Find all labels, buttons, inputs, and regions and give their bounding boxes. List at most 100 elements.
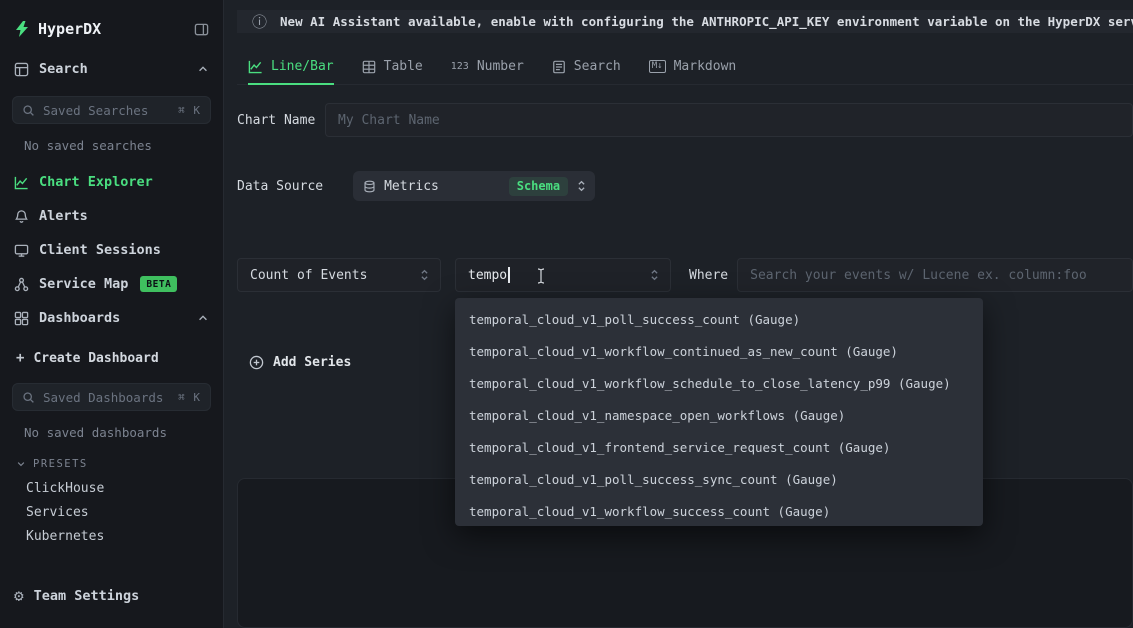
search-section-icon	[14, 62, 29, 77]
team-settings-button[interactable]: ⚙ Team Settings	[0, 588, 223, 628]
no-saved-searches-text: No saved searches	[0, 128, 223, 159]
create-dashboard-button[interactable]: + Create Dashboard	[0, 343, 223, 373]
saved-dashboards-placeholder: Saved Dashboards	[43, 390, 163, 405]
preset-item-clickhouse[interactable]: ClickHouse	[0, 476, 223, 500]
bell-icon	[14, 209, 29, 224]
dropdown-option[interactable]: temporal_cloud_v1_workflow_continued_as_…	[455, 336, 983, 368]
chevron-up-icon	[197, 312, 209, 324]
sidebar-item-label: Client Sessions	[39, 242, 161, 258]
sidebar-item-label: Alerts	[39, 208, 88, 224]
chevron-updown-icon	[649, 268, 660, 282]
ibeam-cursor	[536, 268, 546, 288]
data-source-label: Data Source	[237, 179, 323, 194]
app-window: HyperDX Search Saved Searches ⌘ K No sav…	[0, 0, 1133, 628]
number-123-icon: 123	[451, 61, 469, 72]
dropdown-option[interactable]: temporal_cloud_v1_namespace_open_workflo…	[455, 400, 983, 432]
table-icon	[362, 60, 376, 74]
gear-icon: ⚙	[14, 588, 24, 604]
markdown-icon: M↓	[649, 60, 666, 73]
sidebar-item-chart-explorer[interactable]: Chart Explorer	[0, 165, 223, 199]
monitor-icon	[14, 243, 29, 258]
aggregation-select[interactable]: Count of Events	[237, 258, 441, 292]
presets-label: PRESETS	[33, 458, 88, 470]
chevron-down-icon	[16, 459, 26, 469]
team-settings-label: Team Settings	[34, 588, 140, 604]
sidebar-item-client-sessions[interactable]: Client Sessions	[0, 233, 223, 267]
preset-item-kubernetes[interactable]: Kubernetes	[0, 524, 223, 548]
main-content: ⓘ New AI Assistant available, enable wit…	[224, 0, 1133, 628]
plus-circle-icon	[249, 355, 264, 370]
sidebar-collapse-icon[interactable]	[194, 22, 209, 37]
add-series-label: Add Series	[273, 355, 351, 370]
database-icon	[363, 180, 376, 193]
tab-search[interactable]: Search	[552, 59, 621, 84]
sidebar: HyperDX Search Saved Searches ⌘ K No sav…	[0, 0, 224, 628]
command-k-shortcut: ⌘ K	[178, 104, 201, 117]
data-source-row: Data Source Metrics Schema	[237, 171, 1133, 201]
metric-suggestions-dropdown: temporal_cloud_v1_poll_success_count (Ga…	[455, 298, 983, 526]
logo[interactable]: HyperDX	[14, 20, 101, 38]
chevron-up-icon	[197, 63, 209, 75]
aggregation-value: Count of Events	[250, 268, 367, 283]
tab-label: Markdown	[674, 59, 737, 74]
metric-input-value: tempo	[468, 268, 507, 283]
schema-button[interactable]: Schema	[509, 177, 568, 196]
where-label: Where	[689, 268, 728, 283]
presets-section-toggle[interactable]: PRESETS	[0, 446, 223, 476]
hyperdx-logo-icon	[14, 21, 30, 37]
chevron-updown-icon	[419, 268, 430, 282]
service-map-icon	[14, 277, 29, 292]
dropdown-option[interactable]: temporal_cloud_v1_poll_success_count (Ga…	[455, 304, 983, 336]
dashboards-icon	[14, 311, 29, 326]
document-icon	[552, 60, 566, 74]
tab-number[interactable]: 123 Number	[451, 59, 524, 84]
plus-icon: +	[16, 350, 24, 366]
chart-name-row: Chart Name	[237, 103, 1133, 137]
chevron-updown-icon	[576, 179, 587, 193]
dropdown-option[interactable]: temporal_cloud_v1_workflow_schedule_to_c…	[455, 368, 983, 400]
saved-searches-input[interactable]: Saved Searches ⌘ K	[12, 96, 211, 124]
chart-type-tabs: Line/Bar Table 123 Number Search M↓ Mark…	[237, 59, 1133, 85]
banner-text: New AI Assistant available, enable with …	[280, 14, 1133, 29]
tab-table[interactable]: Table	[362, 59, 423, 84]
tab-label: Number	[477, 59, 524, 74]
sidebar-item-dashboards[interactable]: Dashboards	[0, 301, 223, 335]
preset-item-services[interactable]: Services	[0, 500, 223, 524]
series-row: Count of Events tempo Where	[237, 258, 1133, 292]
where-search-input[interactable]	[737, 258, 1133, 292]
sidebar-item-service-map[interactable]: Service Map BETA	[0, 267, 223, 301]
no-saved-dashboards-text: No saved dashboards	[0, 415, 223, 446]
chart-name-label: Chart Name	[237, 113, 325, 128]
saved-dashboards-input[interactable]: Saved Dashboards ⌘ K	[12, 383, 211, 411]
command-k-shortcut: ⌘ K	[178, 391, 201, 404]
search-icon	[22, 391, 35, 404]
line-chart-icon	[248, 59, 263, 74]
add-series-button[interactable]: Add Series	[249, 355, 351, 370]
tab-markdown[interactable]: M↓ Markdown	[649, 59, 736, 84]
sidebar-nav: Chart Explorer Alerts Client Sessions Se…	[0, 165, 223, 335]
sidebar-item-alerts[interactable]: Alerts	[0, 199, 223, 233]
sidebar-item-label: Service Map	[39, 276, 128, 292]
tab-line-bar[interactable]: Line/Bar	[248, 59, 334, 84]
text-caret	[508, 267, 510, 283]
search-icon	[22, 104, 35, 117]
dropdown-option[interactable]: temporal_cloud_v1_workflow_success_count…	[455, 496, 983, 526]
beta-badge: BETA	[140, 276, 177, 292]
ai-assistant-banner: ⓘ New AI Assistant available, enable wit…	[237, 10, 1133, 33]
sidebar-item-label: Chart Explorer	[39, 174, 153, 190]
metric-search-input[interactable]: tempo	[455, 258, 671, 292]
where-input-wrap	[737, 258, 1133, 292]
tab-label: Line/Bar	[271, 59, 334, 74]
dropdown-option[interactable]: temporal_cloud_v1_frontend_service_reque…	[455, 432, 983, 464]
sidebar-item-label: Search	[39, 61, 88, 77]
chart-name-input[interactable]	[325, 103, 1133, 137]
dropdown-option[interactable]: temporal_cloud_v1_poll_success_sync_coun…	[455, 464, 983, 496]
sidebar-item-search[interactable]: Search	[0, 52, 223, 86]
saved-searches-placeholder: Saved Searches	[43, 103, 148, 118]
chart-icon	[14, 175, 29, 190]
sidebar-header: HyperDX	[0, 0, 223, 52]
logo-text: HyperDX	[38, 20, 101, 38]
data-source-select[interactable]: Metrics Schema	[353, 171, 595, 201]
create-dashboard-label: Create Dashboard	[33, 351, 158, 366]
data-source-value: Metrics	[384, 179, 439, 194]
